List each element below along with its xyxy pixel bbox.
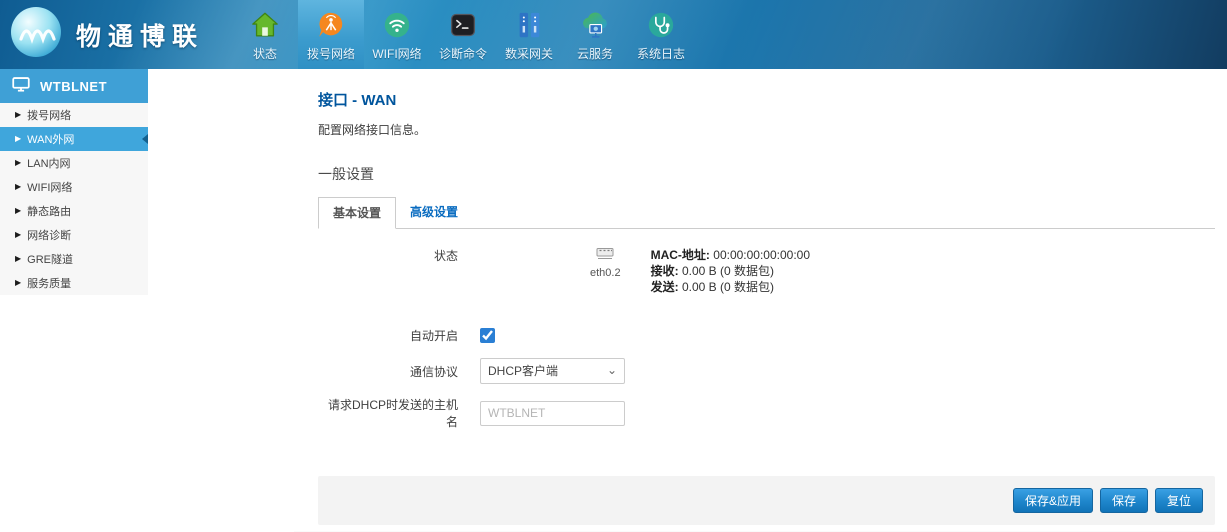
sidebar-subitem-static-route[interactable]: ▶ 静态路由 [0, 199, 148, 223]
settings-tabs: 基本设置 高级设置 [318, 197, 1215, 229]
protocol-row: 通信协议 DHCP客户端 ⌄ [318, 358, 1215, 384]
cloud-icon [579, 9, 611, 41]
mac-label: MAC-地址: [651, 248, 710, 262]
hostname-input[interactable] [480, 401, 625, 426]
protocol-label: 通信协议 [318, 363, 458, 380]
protocol-select-wrap: DHCP客户端 ⌄ [480, 358, 625, 384]
tx-value: 0.00 B (0 数据包) [682, 280, 774, 294]
nav-item-dialup-network[interactable]: 拨号网络 [298, 0, 364, 69]
arrow-bullet-icon: ▶ [15, 279, 21, 287]
brand-logo-icon [10, 6, 62, 63]
nav-item-data-gateway[interactable]: 数采网关 [496, 0, 562, 69]
page-subtitle: 配置网络接口信息。 [318, 121, 1215, 138]
arrow-bullet-icon: ▶ [15, 183, 21, 191]
sidebar-item-label: 网络诊断 [27, 227, 71, 243]
nav-label: 诊断命令 [439, 45, 487, 62]
mac-value: 00:00:00:00:00:00 [713, 248, 810, 262]
nav-label: 数采网关 [505, 45, 553, 62]
sidebar-item-label: GRE隧道 [27, 251, 73, 267]
page-title: 接口 - WAN [318, 89, 1215, 110]
nav-label: 拨号网络 [307, 45, 355, 62]
status-row: 状态 eth0.2 MAC-地址: 00:00:00:00:00:00 接收: … [318, 247, 1215, 295]
nav-label: 云服务 [577, 45, 613, 62]
ethernet-port-icon [595, 247, 615, 264]
protocol-select[interactable]: DHCP客户端 [480, 358, 625, 384]
rx-value: 0.00 B (0 数据包) [682, 264, 774, 278]
action-bar: 保存&应用 保存 复位 [318, 476, 1215, 525]
tx-label: 发送: [651, 280, 679, 294]
arrow-bullet-icon: ▶ [15, 135, 21, 143]
auto-start-row: 自动开启 [318, 327, 1215, 344]
sidebar-subitem-network-diagnostics[interactable]: ▶ 网络诊断 [0, 223, 148, 247]
sidebar-subitem-wan[interactable]: ▶ WAN外网 [0, 127, 148, 151]
rx-line: 接收: 0.00 B (0 数据包) [651, 263, 810, 279]
top-nav: 状态 拨号网络 WIFI网络 [232, 0, 694, 69]
sidebar-subitem-qos[interactable]: ▶ 服务质量 [0, 271, 148, 295]
sidebar-subitem-lan[interactable]: ▶ LAN内网 [0, 151, 148, 175]
auto-start-checkbox[interactable] [480, 328, 495, 343]
arrow-bullet-icon: ▶ [15, 207, 21, 215]
sidebar-item-label: 静态路由 [27, 203, 71, 219]
brand-name: 物通博联 [76, 17, 204, 53]
gateway-icon [514, 9, 544, 41]
main-content: 接口 - WAN 配置网络接口信息。 一般设置 基本设置 高级设置 状态 [148, 69, 1227, 532]
save-apply-button[interactable]: 保存&应用 [1013, 488, 1093, 513]
arrow-bullet-icon: ▶ [15, 255, 21, 263]
sidebar-item-label: WIFI网络 [27, 179, 72, 195]
rx-label: 接收: [651, 264, 679, 278]
nav-item-cloud-service[interactable]: 云服务 [562, 0, 628, 69]
sidebar-item-label: 拨号网络 [27, 107, 71, 123]
sidebar-item-label: LAN内网 [27, 155, 70, 171]
sidebar-subitem-wifi-network[interactable]: ▶ WIFI网络 [0, 175, 148, 199]
nav-item-diagnostic-command[interactable]: 诊断命令 [430, 0, 496, 69]
terminal-icon [449, 9, 477, 41]
hostname-label: 请求DHCP时发送的主机名 [318, 396, 458, 430]
sidebar-item-label: WAN外网 [27, 131, 74, 147]
sidebar-item-label: 服务质量 [27, 275, 71, 291]
network-info: MAC-地址: 00:00:00:00:00:00 接收: 0.00 B (0 … [651, 247, 810, 295]
tab-advanced-settings[interactable]: 高级设置 [396, 197, 472, 228]
reset-button[interactable]: 复位 [1155, 488, 1203, 513]
sidebar-header: WTBLNET [0, 69, 148, 103]
arrow-bullet-icon: ▶ [15, 231, 21, 239]
nav-label: WIFI网络 [372, 45, 421, 62]
section-title: 一般设置 [318, 164, 1215, 184]
nav-item-status[interactable]: 状态 [232, 0, 298, 69]
wan-settings-form: 状态 eth0.2 MAC-地址: 00:00:00:00:00:00 接收: … [318, 247, 1215, 430]
arrow-bullet-icon: ▶ [15, 159, 21, 167]
sidebar-subitem-gre-tunnel[interactable]: ▶ GRE隧道 [0, 247, 148, 271]
device-block: eth0.2 [590, 247, 621, 279]
save-button[interactable]: 保存 [1100, 488, 1148, 513]
device-name: eth0.2 [590, 267, 621, 279]
status-label: 状态 [318, 247, 458, 264]
home-icon [250, 9, 280, 41]
brand-logo: 物通博联 [0, 0, 232, 69]
sidebar: WTBLNET 状态 数采 网络 ▶ 拨号网络 ▶ WAN外网 ▶ LAN内网 … [0, 69, 148, 532]
top-bar: 物通博联 状态 拨号网络 [0, 0, 1227, 69]
logs-icon [646, 9, 676, 41]
arrow-bullet-icon: ▶ [15, 111, 21, 119]
nav-item-system-log[interactable]: 系统日志 [628, 0, 694, 69]
sidebar-header-label: WTBLNET [40, 79, 107, 94]
wifi-icon [382, 9, 412, 41]
tx-line: 发送: 0.00 B (0 数据包) [651, 279, 810, 295]
nav-item-wifi-network[interactable]: WIFI网络 [364, 0, 430, 69]
hostname-row: 请求DHCP时发送的主机名 [318, 396, 1215, 430]
nav-label: 状态 [253, 45, 277, 62]
tab-basic-settings[interactable]: 基本设置 [318, 197, 396, 229]
sidebar-subitem-dialup-network[interactable]: ▶ 拨号网络 [0, 103, 148, 127]
nav-label: 系统日志 [637, 45, 685, 62]
dialup-icon [316, 9, 346, 41]
monitor-icon [12, 77, 30, 95]
auto-start-label: 自动开启 [318, 327, 458, 344]
mac-line: MAC-地址: 00:00:00:00:00:00 [651, 247, 810, 263]
